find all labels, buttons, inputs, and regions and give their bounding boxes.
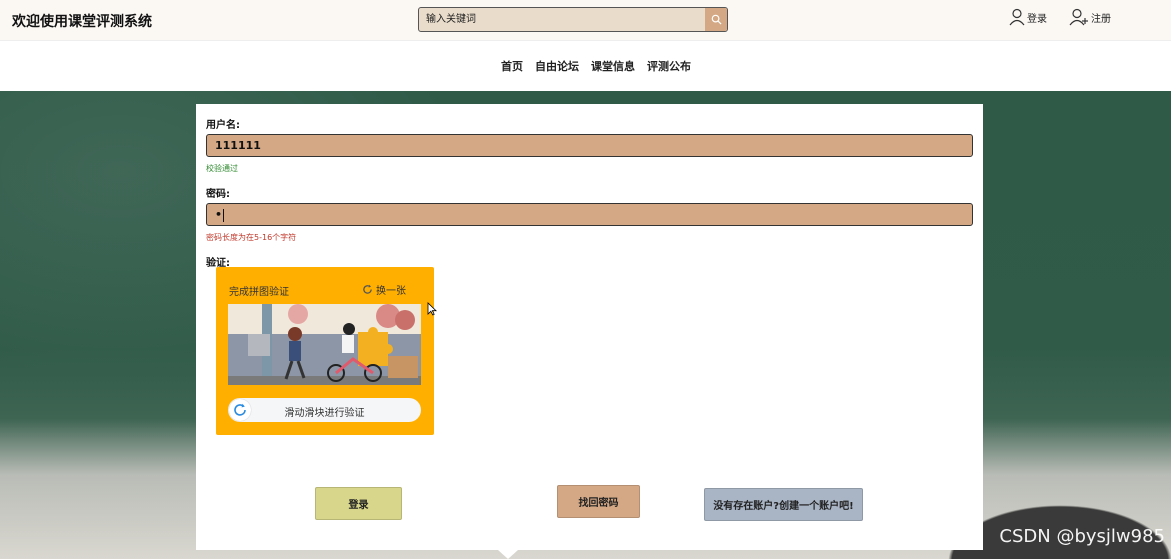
site-title: 欢迎使用课堂评测系统	[12, 14, 152, 30]
password-label: 密码:	[206, 189, 230, 200]
captcha-title: 完成拼图验证	[229, 287, 289, 298]
username-field[interactable]: 111111	[206, 134, 973, 157]
search-button[interactable]	[705, 8, 727, 31]
login-form: 用户名: 111111 校验通过 密码: • 密码长度为在5-16个字符 验证:…	[196, 104, 983, 550]
login-button[interactable]: 登录	[315, 487, 402, 520]
top-bar: 欢迎使用课堂评测系统 登录 注册	[0, 0, 1171, 41]
nav-item-forum[interactable]: 自由论坛	[535, 58, 579, 74]
captcha-slider-text: 滑动滑块进行验证	[284, 408, 365, 419]
user-icon	[1009, 8, 1025, 26]
nav-item-home[interactable]: 首页	[501, 58, 523, 74]
register-label: 注册	[1091, 13, 1111, 25]
login-link[interactable]: 登录	[1009, 8, 1047, 26]
captcha-refresh-label: 换一张	[376, 286, 406, 297]
refresh-icon	[234, 403, 246, 416]
register-link[interactable]: 注册	[1069, 8, 1111, 26]
username-label: 用户名:	[206, 120, 240, 131]
captcha-slider-handle[interactable]	[229, 399, 251, 421]
create-account-button[interactable]: 没有存在账户?创建一个账户吧!	[704, 488, 863, 521]
mouse-pointer-icon	[427, 302, 437, 316]
username-valid-hint: 校验通过	[206, 164, 238, 173]
search-icon	[711, 14, 722, 25]
refresh-icon	[363, 284, 372, 294]
panel-notch	[498, 550, 518, 559]
watermark: CSDN @bysjlw985	[999, 526, 1165, 547]
captcha-panel: 完成拼图验证 换一张 滑动滑块进行验证	[216, 267, 434, 435]
nav-item-evaluation[interactable]: 评测公布	[647, 58, 691, 74]
captcha-slider-track: 滑动滑块进行验证	[228, 398, 421, 422]
password-value: •	[215, 208, 223, 221]
login-label: 登录	[1027, 13, 1047, 25]
forgot-password-button[interactable]: 找回密码	[557, 485, 640, 518]
add-user-icon	[1069, 8, 1088, 26]
password-error-hint: 密码长度为在5-16个字符	[206, 233, 297, 242]
search-input[interactable]	[419, 8, 701, 31]
nav-item-class-info[interactable]: 课堂信息	[591, 58, 635, 74]
captcha-puzzle-image	[228, 304, 421, 385]
captcha-refresh-button[interactable]: 换一张	[362, 282, 406, 297]
puzzle-illustration	[228, 304, 421, 385]
text-cursor	[223, 208, 225, 222]
search-box	[418, 7, 728, 32]
password-field[interactable]: •	[206, 203, 973, 226]
main-nav: 首页 自由论坛 课堂信息 评测公布	[0, 41, 1171, 91]
